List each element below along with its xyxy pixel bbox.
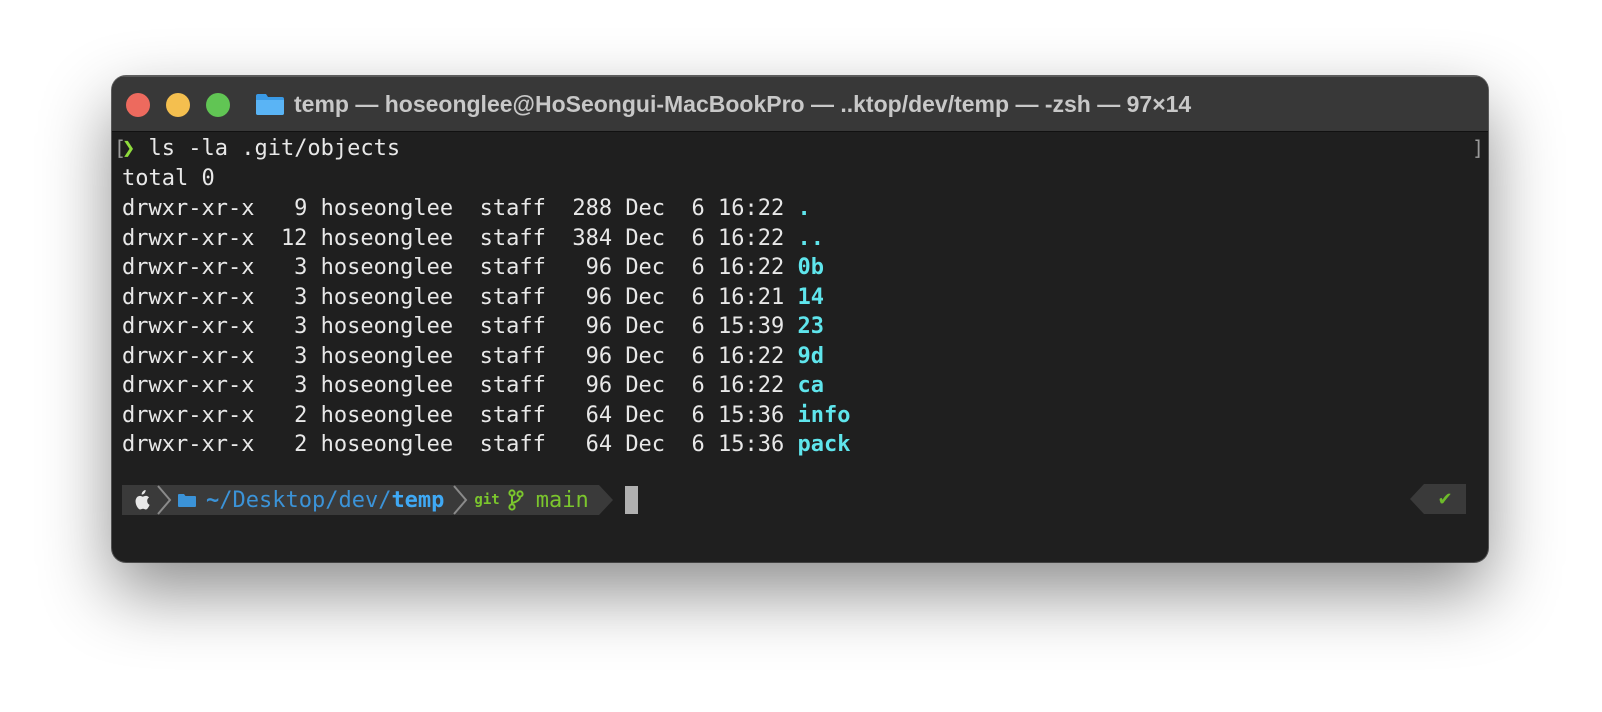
- row-meta: drwxr-xr-x 3 hoseonglee staff 96 Dec 6 1…: [122, 343, 798, 369]
- listing-row: drwxr-xr-x 3 hoseonglee staff 96 Dec 6 1…: [122, 283, 824, 313]
- segment-separator: [154, 485, 178, 515]
- folder-icon: [178, 494, 196, 507]
- window-title: temp — hoseonglee@HoSeongui-MacBookPro —…: [294, 91, 1192, 117]
- status-ok-icon: ✔: [1424, 484, 1466, 514]
- row-meta: drwxr-xr-x 9 hoseonglee staff 288 Dec 6 …: [122, 196, 798, 221]
- minimize-button[interactable]: [166, 93, 190, 117]
- listing-row: drwxr-xr-x 3 hoseonglee staff 96 Dec 6 1…: [122, 253, 824, 283]
- status-bar: ✔: [1410, 484, 1466, 514]
- listing-row: drwxr-xr-x 3 hoseonglee staff 96 Dec 6 1…: [122, 342, 824, 372]
- row-meta: drwxr-xr-x 3 hoseonglee staff 96 Dec 6 1…: [122, 284, 798, 310]
- directory-name[interactable]: info: [798, 403, 851, 428]
- row-meta: drwxr-xr-x 12 hoseonglee staff 384 Dec 6…: [122, 225, 798, 251]
- terminal-window: temp — hoseonglee@HoSeongui-MacBookPro —…: [112, 76, 1488, 562]
- command-line: ❯ ls -la .git/objects: [122, 134, 400, 164]
- cursor: [624, 486, 638, 514]
- directory-name[interactable]: ca: [798, 373, 825, 398]
- listing-row: drwxr-xr-x 12 hoseonglee staff 384 Dec 6…: [122, 224, 824, 254]
- folder-icon: [256, 94, 284, 115]
- status-cap: [1410, 484, 1424, 514]
- directory-name[interactable]: 0b: [798, 255, 825, 280]
- command-text: ls -la .git/objects: [135, 136, 401, 161]
- row-meta: drwxr-xr-x 3 hoseonglee staff 96 Dec 6 1…: [122, 314, 798, 339]
- terminal-content[interactable]: [ ] ❯ ls -la .git/objects total 0 drwxr-…: [112, 132, 1488, 562]
- prompt-bar: ~/Desktop/dev/temp git main: [122, 484, 638, 516]
- path-leaf: temp: [391, 487, 445, 513]
- apple-icon: [135, 490, 150, 510]
- directory-name[interactable]: 9d: [798, 344, 825, 369]
- git-segment: git main: [474, 485, 599, 515]
- bracket-right: ]: [1471, 136, 1484, 160]
- close-button[interactable]: [126, 93, 150, 117]
- row-meta: drwxr-xr-x 3 hoseonglee staff 96 Dec 6 1…: [122, 373, 798, 398]
- branch-name: main: [535, 487, 589, 513]
- listing-row: drwxr-xr-x 2 hoseonglee staff 64 Dec 6 1…: [122, 401, 851, 431]
- directory-name[interactable]: ..: [798, 226, 825, 251]
- title-bar[interactable]: temp — hoseonglee@HoSeongui-MacBookPro —…: [112, 76, 1488, 132]
- segment-end-cap: [598, 485, 613, 515]
- path-segment: ~/Desktop/dev/temp: [178, 485, 451, 515]
- segment-separator: [450, 485, 475, 515]
- maximize-button[interactable]: [206, 93, 230, 117]
- row-meta: drwxr-xr-x 3 hoseonglee staff 96 Dec 6 1…: [122, 255, 798, 280]
- directory-name[interactable]: pack: [798, 432, 851, 457]
- path-home: ~: [206, 487, 220, 513]
- listing-row: drwxr-xr-x 9 hoseonglee staff 288 Dec 6 …: [122, 194, 811, 224]
- directory-name[interactable]: 14: [798, 285, 825, 310]
- git-label: git: [474, 492, 500, 508]
- os-segment: [122, 485, 154, 515]
- prompt-arrow: ❯: [122, 136, 136, 161]
- row-meta: drwxr-xr-x 2 hoseonglee staff 64 Dec 6 1…: [122, 402, 798, 428]
- git-branch-icon: [508, 489, 524, 511]
- listing-row: drwxr-xr-x 3 hoseonglee staff 96 Dec 6 1…: [122, 312, 824, 342]
- total-line: total 0: [122, 166, 215, 191]
- listing-row: drwxr-xr-x 3 hoseonglee staff 96 Dec 6 1…: [122, 371, 824, 401]
- directory-name[interactable]: 23: [798, 314, 825, 339]
- listing-row: drwxr-xr-x 2 hoseonglee staff 64 Dec 6 1…: [122, 430, 851, 460]
- row-meta: drwxr-xr-x 2 hoseonglee staff 64 Dec 6 1…: [122, 432, 798, 457]
- path-middle: /Desktop/dev/: [219, 487, 392, 513]
- directory-name[interactable]: .: [798, 196, 811, 221]
